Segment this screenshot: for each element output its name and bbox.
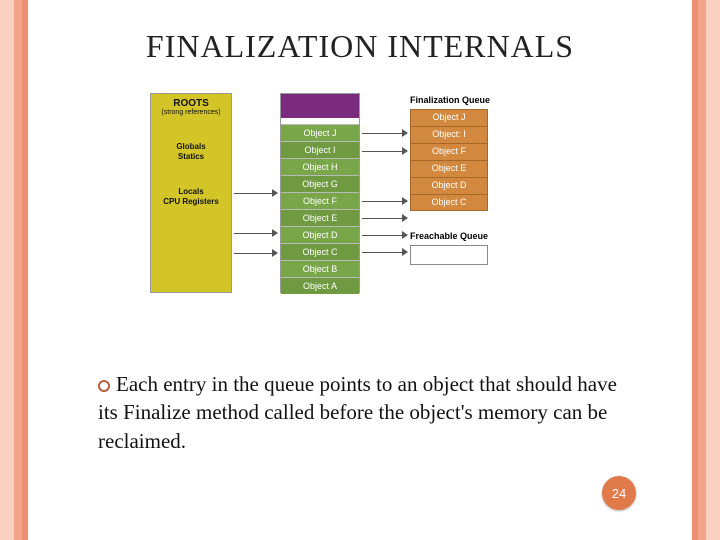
heap-object: Object C	[281, 243, 359, 260]
heap-object: Object I	[281, 141, 359, 158]
roots-item: CPU Registers	[151, 197, 231, 207]
finalization-queue-label: Finalization Queue	[410, 95, 490, 105]
heap-object: Object D	[281, 226, 359, 243]
roots-column: ROOTS (strong references) Globals Static…	[150, 93, 232, 293]
roots-item: Locals	[151, 187, 231, 197]
roots-subtitle: (strong references)	[151, 109, 231, 116]
heap-object: Object B	[281, 260, 359, 277]
heap-object: Object J	[281, 124, 359, 141]
heap-column: Object J Object I Object H Object G Obje…	[280, 93, 360, 293]
freachable-queue-label: Freachable Queue	[410, 231, 488, 241]
right-border-stripes	[692, 0, 720, 540]
roots-title: ROOTS	[151, 98, 231, 109]
left-border-stripes	[0, 0, 28, 540]
fq-item: Object C	[410, 194, 488, 211]
heap-header	[281, 94, 359, 118]
body-paragraph: Each entry in the queue points to an obj…	[98, 370, 632, 455]
heap-object: Object E	[281, 209, 359, 226]
heap-object: Object F	[281, 192, 359, 209]
fq-item: Object D	[410, 177, 488, 194]
fq-item: Object E	[410, 160, 488, 177]
finalization-diagram: ROOTS (strong references) Globals Static…	[150, 93, 570, 313]
fq-item: Object J	[410, 109, 488, 126]
body-text: Each entry in the queue points to an obj…	[98, 372, 617, 453]
freachable-queue-box	[410, 245, 488, 265]
heap-object: Object H	[281, 158, 359, 175]
slide-title: FINALIZATION INTERNALS	[40, 28, 680, 65]
heap-object: Object G	[281, 175, 359, 192]
fq-item: Object F	[410, 143, 488, 160]
finalization-queue-column: Object J Object: I Object F Object E Obj…	[410, 109, 488, 211]
fq-item: Object: I	[410, 126, 488, 143]
ring-bullet-icon	[98, 380, 110, 392]
roots-item: Globals	[151, 142, 231, 152]
page-number-badge: 24	[602, 476, 636, 510]
roots-item: Statics	[151, 152, 231, 162]
heap-object: Object A	[281, 277, 359, 294]
